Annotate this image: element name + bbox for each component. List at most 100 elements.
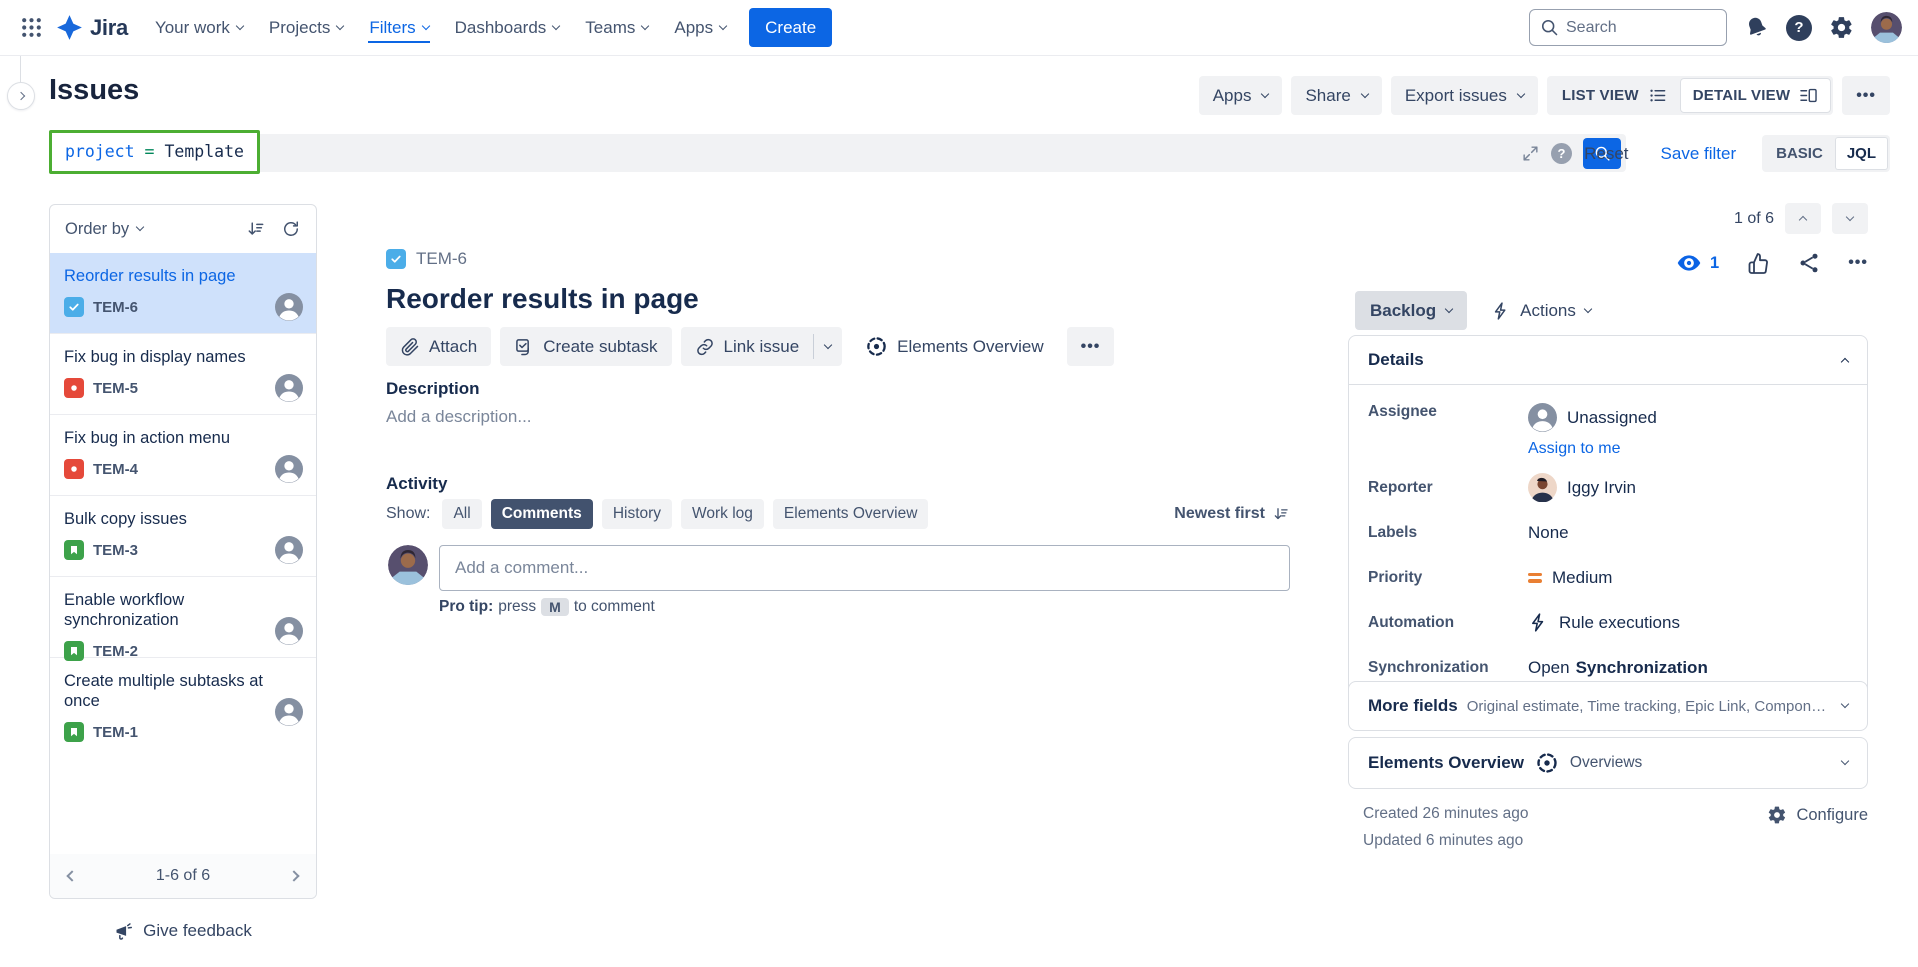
settings-gear-icon[interactable] [1829,15,1854,40]
detail-view-option[interactable]: DETAIL VIEW [1680,78,1831,113]
chevron-down-icon [1517,89,1525,97]
basic-mode-option[interactable]: BASIC [1764,135,1835,172]
comment-input[interactable] [439,545,1290,591]
unassigned-avatar-icon [1528,403,1557,432]
issue-list-item-tem-2[interactable]: Enable workflow synchronization TEM-2 [50,577,316,658]
create-button[interactable]: Create [749,8,832,47]
filter-work-log[interactable]: Work log [681,499,764,529]
user-avatar[interactable] [1871,12,1902,43]
issue-title[interactable]: Reorder results in page [386,283,699,315]
link-issue-dropdown[interactable] [814,327,842,366]
actions-dropdown[interactable]: Actions [1491,301,1591,321]
labels-field: Labels None [1368,510,1848,555]
header-actions: Apps Share Export issues LIST VIEW DETAI… [1199,76,1890,115]
export-issues-button[interactable]: Export issues [1391,76,1538,115]
view-toggle: LIST VIEW DETAIL VIEW [1547,76,1833,115]
reporter-label: Reporter [1368,479,1528,497]
link-issue-button[interactable]: Link issue [681,337,814,357]
issue-list-item-tem-6[interactable]: Reorder results in page TEM-6 [50,253,316,334]
labels-value[interactable]: None [1528,523,1569,543]
filter-elements-overview[interactable]: Elements Overview [773,499,929,529]
issue-item-key: TEM-2 [93,643,138,660]
synchronization-label: Synchronization [1368,659,1528,677]
issue-list-item-tem-3[interactable]: Bulk copy issues TEM-3 [50,496,316,577]
header-more-button[interactable]: ••• [1842,76,1890,115]
description-label: Description [386,379,480,399]
issue-list-item-tem-4[interactable]: Fix bug in action menu TEM-4 [50,415,316,496]
list-view-option[interactable]: LIST VIEW [1549,76,1680,115]
order-by-label[interactable]: Order by [65,220,129,239]
filter-comments[interactable]: Comments [491,499,593,529]
synchronization-value[interactable]: Open Synchronization [1528,658,1708,678]
watchers-control[interactable]: 1 [1676,250,1719,276]
expand-sidebar-button[interactable] [7,82,35,110]
priority-value[interactable]: Medium [1528,568,1612,588]
like-thumbs-up-icon[interactable] [1746,251,1770,275]
status-action-row: Backlog Actions [1355,291,1591,330]
watchers-count: 1 [1710,254,1719,273]
configure-button[interactable]: Configure [1767,805,1868,825]
expand-editor-icon[interactable] [1521,144,1540,163]
nav-item-teams[interactable]: Teams [572,0,661,56]
keyboard-shortcut-m: M [541,598,569,616]
app-switcher-icon[interactable] [14,11,48,45]
apps-button[interactable]: Apps [1199,76,1283,115]
nav-item-projects[interactable]: Projects [256,0,356,56]
breadcrumb[interactable]: TEM-6 [386,249,467,269]
assignee-value[interactable]: Unassigned [1528,403,1657,432]
detail-more-button[interactable]: ••• [1848,254,1868,272]
nav-item-dashboards[interactable]: Dashboards [442,0,573,56]
story-type-icon [64,722,84,742]
save-filter-button[interactable]: Save filter [1645,144,1753,164]
issue-item-title: Reorder results in page [64,266,302,286]
issue-list-item-tem-1[interactable]: Create multiple subtasks at once TEM-1 [50,658,316,739]
assignee-avatar-icon [275,293,303,321]
description-placeholder[interactable]: Add a description... [386,407,532,427]
nav-item-filters[interactable]: Filters [356,0,441,56]
breadcrumb-issue-key[interactable]: TEM-6 [416,249,467,269]
issue-list-item-tem-5[interactable]: Fix bug in display names TEM-5 [50,334,316,415]
issue-item-key: TEM-3 [93,542,138,559]
more-fields-panel[interactable]: More fields Original estimate, Time trac… [1348,681,1868,731]
issue-more-button[interactable]: ••• [1067,327,1115,366]
elements-overview-panel[interactable]: Elements Overview Overviews [1348,737,1868,789]
more-fields-summary: Original estimate, Time tracking, Epic L… [1467,698,1833,715]
task-type-icon [386,249,406,269]
reset-button[interactable]: Reset [1568,144,1644,164]
current-user-avatar [388,545,428,585]
nav-item-apps[interactable]: Apps [661,0,739,56]
chevron-down-icon [1841,700,1849,708]
filter-all[interactable]: All [442,499,481,529]
help-icon[interactable]: ? [1786,15,1812,41]
top-navigation: Jira Your work Projects Filters Dashboar… [0,0,1918,56]
next-issue-button[interactable] [1832,203,1868,234]
automation-value[interactable]: Rule executions [1528,612,1680,633]
status-dropdown[interactable]: Backlog [1355,291,1467,330]
more-fields-label: More fields [1368,696,1458,716]
notifications-bell-icon[interactable] [1740,11,1772,43]
create-subtask-button[interactable]: Create subtask [500,327,671,366]
jira-logo[interactable]: Jira [48,14,142,41]
share-button[interactable]: Share [1291,76,1381,115]
give-feedback-button[interactable]: Give feedback [49,921,317,941]
chevron-down-icon [552,21,560,29]
priority-label: Priority [1368,569,1528,587]
elements-overview-button[interactable]: Elements Overview [851,327,1057,366]
jql-search-bar[interactable]: project = Template ? [49,134,1626,172]
nav-item-your-work[interactable]: Your work [142,0,256,56]
jql-query-text[interactable]: project = Template [49,130,260,174]
assignee-field: Assignee Unassigned Assign to me [1368,393,1848,465]
share-icon[interactable] [1797,251,1821,275]
reporter-value[interactable]: Iggy Irvin [1528,473,1636,502]
assign-to-me-link[interactable]: Assign to me [1528,440,1657,458]
filter-history[interactable]: History [602,499,672,529]
comment-sort-control[interactable]: Newest first [1174,505,1290,523]
attach-button[interactable]: Attach [386,327,491,366]
details-panel-header[interactable]: Details [1349,336,1867,385]
jql-mode-option[interactable]: JQL [1835,137,1888,170]
next-page-icon[interactable] [288,870,299,881]
pagination-info: 1-6 of 6 [76,867,290,885]
previous-issue-button[interactable] [1785,203,1821,234]
sort-direction-icon[interactable] [246,219,266,239]
refresh-icon[interactable] [281,219,301,239]
